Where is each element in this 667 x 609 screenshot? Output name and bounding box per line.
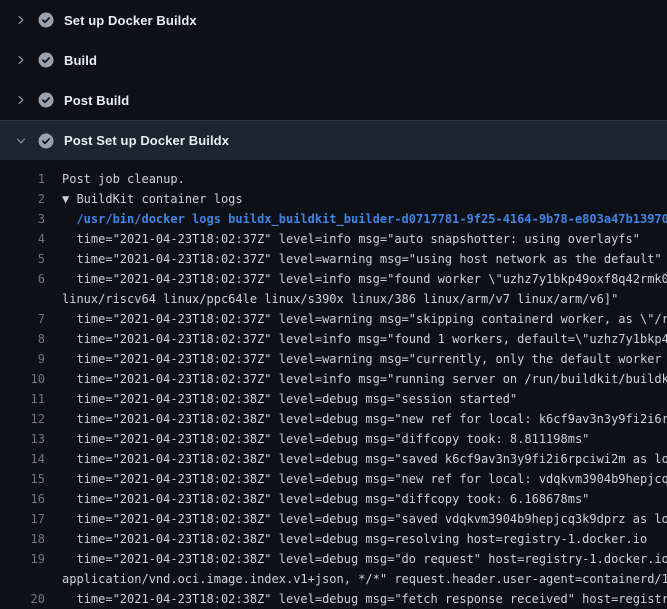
log-line: 6 time="2021-04-23T18:02:37Z" level=info… (0, 269, 667, 289)
line-number[interactable]: 9 (0, 349, 45, 369)
line-number[interactable]: 15 (0, 469, 45, 489)
log-line: 13 time="2021-04-23T18:02:38Z" level=deb… (0, 429, 667, 449)
log-line: 15 time="2021-04-23T18:02:38Z" level=deb… (0, 469, 667, 489)
log-text: Post job cleanup. (45, 169, 667, 189)
log-line: application/vnd.oci.image.index.v1+json,… (0, 569, 667, 589)
log-text: time="2021-04-23T18:02:38Z" level=debug … (45, 489, 667, 509)
log-line: 17 time="2021-04-23T18:02:38Z" level=deb… (0, 509, 667, 529)
step-header-post-build[interactable]: Post Build (0, 80, 667, 120)
step-header-set-up-docker-buildx[interactable]: Set up Docker Buildx (0, 0, 667, 40)
line-number[interactable]: 20 (0, 589, 45, 609)
log-line: 7 time="2021-04-23T18:02:37Z" level=warn… (0, 309, 667, 329)
log-line: 18 time="2021-04-23T18:02:38Z" level=deb… (0, 529, 667, 549)
log-line: 4 time="2021-04-23T18:02:37Z" level=info… (0, 229, 667, 249)
log-line: 19 time="2021-04-23T18:02:38Z" level=deb… (0, 549, 667, 569)
line-number[interactable]: 12 (0, 409, 45, 429)
line-number[interactable]: 8 (0, 329, 45, 349)
log-text: time="2021-04-23T18:02:37Z" level=info m… (45, 269, 667, 289)
line-number[interactable]: 2 (0, 189, 45, 209)
step-label: Build (64, 53, 97, 68)
command-text: /usr/bin/docker logs buildx_buildkit_bui… (45, 209, 667, 229)
step-label: Set up Docker Buildx (64, 13, 197, 28)
log-line: 11 time="2021-04-23T18:02:38Z" level=deb… (0, 389, 667, 409)
log-text: time="2021-04-23T18:02:37Z" level=warnin… (45, 309, 667, 329)
log-text: time="2021-04-23T18:02:37Z" level=warnin… (45, 349, 667, 369)
step-header-post-set-up-docker-buildx[interactable]: Post Set up Docker Buildx (0, 120, 667, 160)
chevron-down-icon (14, 134, 28, 148)
log-text: application/vnd.oci.image.index.v1+json,… (45, 569, 667, 589)
line-number[interactable]: 11 (0, 389, 45, 409)
line-number[interactable]: 17 (0, 509, 45, 529)
step-label: Post Build (64, 93, 129, 108)
line-number[interactable]: 6 (0, 269, 45, 289)
step-label: Post Set up Docker Buildx (64, 133, 229, 148)
line-number (0, 289, 45, 309)
log-line: 10 time="2021-04-23T18:02:37Z" level=inf… (0, 369, 667, 389)
log-text: time="2021-04-23T18:02:37Z" level=warnin… (45, 249, 667, 269)
log-text: time="2021-04-23T18:02:38Z" level=debug … (45, 509, 667, 529)
step-list: Set up Docker Buildx Build Post Build (0, 0, 667, 160)
line-number[interactable]: 7 (0, 309, 45, 329)
log-output: 1Post job cleanup.2▼ BuildKit container … (0, 160, 667, 609)
log-line: 5 time="2021-04-23T18:02:37Z" level=warn… (0, 249, 667, 269)
log-line: 14 time="2021-04-23T18:02:38Z" level=deb… (0, 449, 667, 469)
log-text: time="2021-04-23T18:02:38Z" level=debug … (45, 469, 667, 489)
log-text: time="2021-04-23T18:02:38Z" level=debug … (45, 449, 667, 469)
chevron-right-icon (14, 53, 28, 67)
log-line: 3 /usr/bin/docker logs buildx_buildkit_b… (0, 209, 667, 229)
chevron-right-icon (14, 93, 28, 107)
line-number[interactable]: 5 (0, 249, 45, 269)
log-line: 1Post job cleanup. (0, 169, 667, 189)
line-number (0, 569, 45, 589)
line-number[interactable]: 4 (0, 229, 45, 249)
log-text: time="2021-04-23T18:02:38Z" level=debug … (45, 409, 667, 429)
log-line: 9 time="2021-04-23T18:02:37Z" level=warn… (0, 349, 667, 369)
log-line: 8 time="2021-04-23T18:02:37Z" level=info… (0, 329, 667, 349)
log-line: 12 time="2021-04-23T18:02:38Z" level=deb… (0, 409, 667, 429)
log-text: linux/riscv64 linux/ppc64le linux/s390x … (45, 289, 667, 309)
log-text: time="2021-04-23T18:02:37Z" level=info m… (45, 369, 667, 389)
line-number[interactable]: 18 (0, 529, 45, 549)
log-text: time="2021-04-23T18:02:38Z" level=debug … (45, 549, 667, 569)
log-line: 2▼ BuildKit container logs (0, 189, 667, 209)
line-number[interactable]: 13 (0, 429, 45, 449)
success-check-icon (38, 92, 54, 108)
log-line: linux/riscv64 linux/ppc64le linux/s390x … (0, 289, 667, 309)
log-text: time="2021-04-23T18:02:38Z" level=debug … (45, 389, 667, 409)
actions-log-viewer: Set up Docker Buildx Build Post Build (0, 0, 667, 609)
log-group-toggle[interactable]: ▼ BuildKit container logs (45, 189, 667, 209)
step-header-build[interactable]: Build (0, 40, 667, 80)
line-number[interactable]: 19 (0, 549, 45, 569)
success-check-icon (38, 133, 54, 149)
success-check-icon (38, 52, 54, 68)
log-line: 16 time="2021-04-23T18:02:38Z" level=deb… (0, 489, 667, 509)
line-number[interactable]: 14 (0, 449, 45, 469)
log-text: time="2021-04-23T18:02:38Z" level=debug … (45, 589, 667, 609)
line-number[interactable]: 1 (0, 169, 45, 189)
chevron-right-icon (14, 13, 28, 27)
line-number[interactable]: 16 (0, 489, 45, 509)
log-text: time="2021-04-23T18:02:37Z" level=info m… (45, 229, 667, 249)
log-line: 20 time="2021-04-23T18:02:38Z" level=deb… (0, 589, 667, 609)
line-number[interactable]: 10 (0, 369, 45, 389)
success-check-icon (38, 12, 54, 28)
log-text: time="2021-04-23T18:02:37Z" level=info m… (45, 329, 667, 349)
log-text: time="2021-04-23T18:02:38Z" level=debug … (45, 429, 667, 449)
log-text: time="2021-04-23T18:02:38Z" level=debug … (45, 529, 667, 549)
line-number[interactable]: 3 (0, 209, 45, 229)
